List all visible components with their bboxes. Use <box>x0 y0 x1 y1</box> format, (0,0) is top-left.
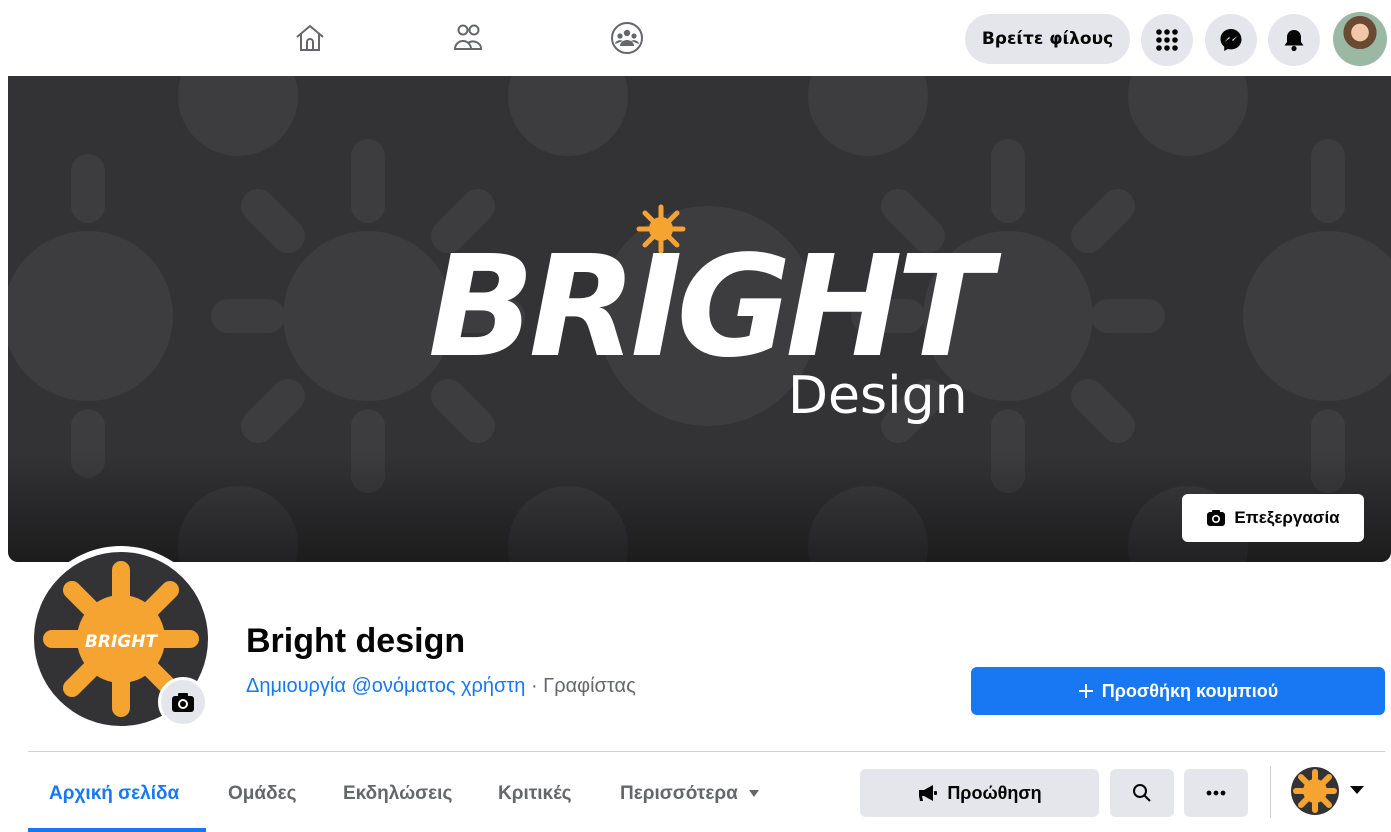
update-profile-picture-button[interactable] <box>158 677 208 727</box>
more-options-button[interactable] <box>1184 769 1248 817</box>
tab-reviews[interactable]: Κριτικές <box>498 783 572 805</box>
profile-divider <box>28 751 1385 752</box>
tab-home[interactable]: Αρχική σελίδα <box>49 783 179 805</box>
actions-separator <box>1270 766 1271 818</box>
profile-logo-text: BRIGHT <box>85 632 159 652</box>
tab-more-label: Περισσότερα <box>620 783 738 804</box>
create-username-link[interactable]: Δημιουργία @ονόματος χρήστη <box>246 675 525 697</box>
home-icon[interactable] <box>290 18 330 58</box>
active-tab-indicator <box>28 828 206 832</box>
plus-icon <box>1078 684 1093 698</box>
edit-cover-button[interactable]: Επεξεργασία <box>1182 494 1364 542</box>
grid-menu-icon[interactable] <box>1141 14 1193 66</box>
page-category: Γραφίστας <box>543 675 636 697</box>
page-logo-thumbnail <box>1293 769 1337 813</box>
cover-logo-text: BRIGHT <box>428 226 992 389</box>
tab-more[interactable]: Περισσότερα <box>620 783 760 805</box>
search-button[interactable] <box>1110 769 1174 817</box>
camera-icon <box>172 692 194 712</box>
chevron-down-icon <box>749 790 760 798</box>
chevron-down-icon[interactable] <box>1350 786 1364 794</box>
promote-button[interactable]: Προώθηση <box>860 769 1099 817</box>
bell-icon[interactable] <box>1268 14 1320 66</box>
cover-logo: BRIGHT Design <box>428 196 1008 496</box>
top-navigation-bar: Βρείτε φίλους <box>0 0 1391 76</box>
add-button[interactable]: Προσθήκη κουμπιού <box>971 667 1385 715</box>
find-friends-button[interactable]: Βρείτε φίλους <box>965 14 1130 64</box>
messenger-icon[interactable] <box>1205 14 1257 66</box>
add-button-label: Προσθήκη κουμπιού <box>1101 680 1279 701</box>
ellipsis-icon <box>1206 790 1226 796</box>
user-avatar[interactable] <box>1333 12 1387 66</box>
search-icon <box>1133 784 1151 802</box>
page-title: Bright design <box>246 622 466 660</box>
friends-icon[interactable] <box>448 18 488 58</box>
groups-icon[interactable] <box>607 18 647 58</box>
megaphone-icon <box>919 785 938 801</box>
edit-cover-label: Επεξεργασία <box>1234 508 1340 527</box>
promote-label: Προώθηση <box>947 782 1042 803</box>
subline-separator: · <box>525 675 544 697</box>
page-avatar-switcher[interactable] <box>1291 767 1339 815</box>
tab-groups[interactable]: Ομάδες <box>228 783 297 805</box>
cover-photo: BRIGHT Design Επεξεργασία <box>8 76 1391 562</box>
cover-logo-subtext: Design <box>788 366 968 426</box>
tab-events[interactable]: Εκδηλώσεις <box>343 783 452 805</box>
page-subline: Δημιουργία @ονόματος χρήστη · Γραφίστας <box>246 675 636 698</box>
camera-icon <box>1207 510 1226 526</box>
